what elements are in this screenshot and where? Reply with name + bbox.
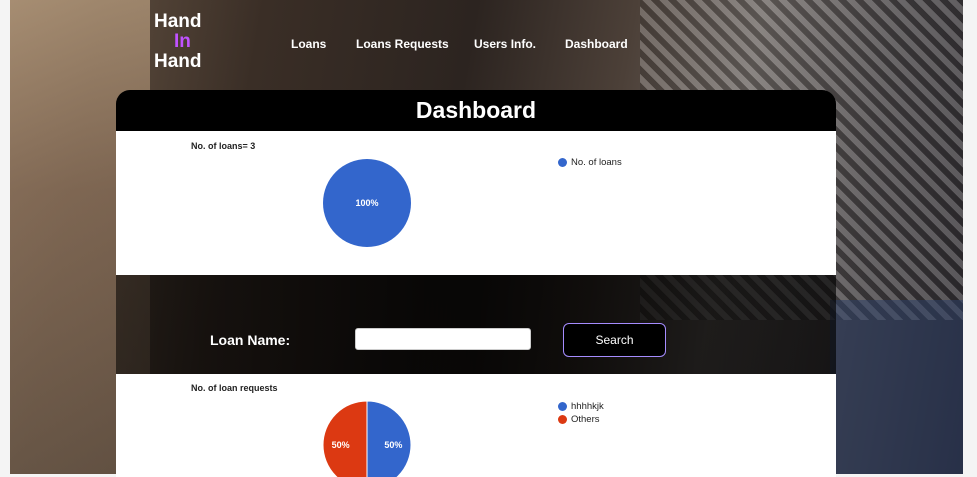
legend-item[interactable]: hhhhkjk — [558, 400, 604, 413]
page-title: Dashboard — [116, 90, 836, 131]
loans-chart-panel: No. of loans= 3 100% No. of loans — [116, 131, 836, 275]
page-margin-left — [0, 0, 10, 477]
legend-swatch — [558, 402, 567, 411]
brand-logo[interactable]: Hand In Hand — [154, 12, 214, 72]
brand-line-1: Hand — [154, 11, 202, 32]
nav-loans-requests[interactable]: Loans Requests — [356, 37, 449, 51]
loans-pie-chart: 100% — [323, 159, 411, 247]
nav-dashboard[interactable]: Dashboard — [565, 37, 628, 51]
requests-pie-chart: 50% 50% — [322, 400, 412, 477]
pie-slice-label: 50% — [384, 440, 402, 450]
search-button[interactable]: Search — [563, 323, 666, 357]
pie-slice-label: 100% — [355, 198, 378, 208]
search-section — [116, 275, 836, 374]
legend-swatch — [558, 158, 567, 167]
background-shade — [830, 300, 963, 475]
loan-name-label: Loan Name: — [210, 332, 291, 348]
legend-item[interactable]: Others — [558, 413, 604, 426]
page-margin-right — [963, 0, 977, 477]
nav-loans[interactable]: Loans — [291, 37, 326, 51]
legend-label: hhhhkjk — [571, 401, 604, 412]
pie-slice-label: 50% — [332, 440, 350, 450]
legend-label: Others — [571, 414, 600, 425]
legend-item[interactable]: No. of loans — [558, 156, 622, 169]
requests-chart-panel: No. of loan requests 50% 50% hhhhkjk Other… — [116, 374, 836, 477]
legend-label: No. of loans — [571, 157, 622, 168]
legend-swatch — [558, 415, 567, 424]
pie-slice-others[interactable] — [322, 400, 368, 477]
loans-legend: No. of loans — [558, 156, 622, 169]
brand-line-3: Hand — [154, 51, 202, 72]
nav-users-info[interactable]: Users Info. — [474, 37, 536, 51]
pie-slice-hhhhkjk[interactable] — [366, 400, 412, 477]
loan-name-input[interactable] — [355, 328, 531, 350]
requests-legend: hhhhkjk Others — [558, 400, 604, 426]
brand-line-2: In — [174, 31, 191, 52]
